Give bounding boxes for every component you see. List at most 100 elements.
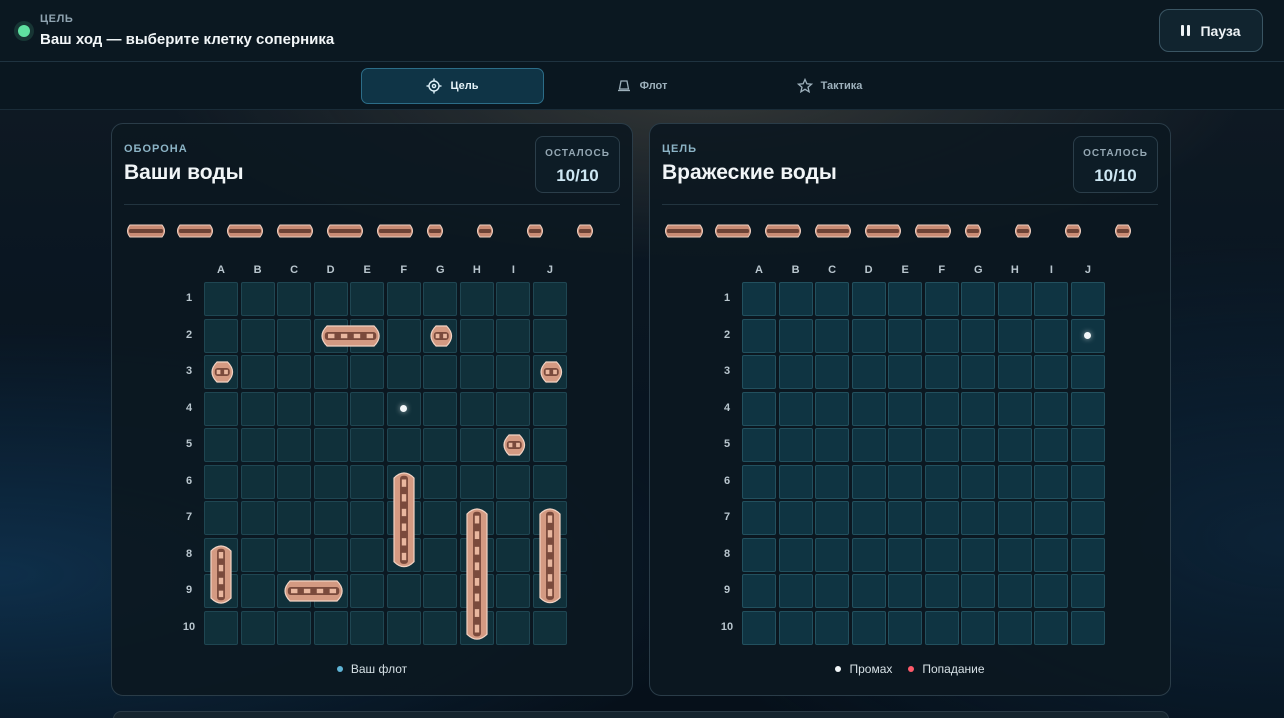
- grid-cell[interactable]: [1070, 355, 1105, 390]
- grid-cell[interactable]: [851, 282, 886, 316]
- grid-cell[interactable]: [997, 391, 1032, 426]
- grid-cell[interactable]: [851, 464, 886, 499]
- grid-cell[interactable]: [888, 464, 923, 499]
- grid-cell[interactable]: [1034, 391, 1069, 426]
- grid-cell[interactable]: [888, 428, 923, 463]
- grid-cell[interactable]: [1070, 574, 1105, 609]
- grid-cell[interactable]: [778, 428, 813, 463]
- grid-cell[interactable]: [961, 318, 996, 353]
- tab-fleet[interactable]: Флот: [550, 68, 733, 104]
- grid-cell[interactable]: [778, 537, 813, 572]
- grid-cell[interactable]: [815, 355, 850, 390]
- grid-cell[interactable]: [851, 574, 886, 609]
- grid-cell[interactable]: [778, 501, 813, 536]
- grid-cell[interactable]: [924, 574, 959, 609]
- grid-cell[interactable]: [1070, 501, 1105, 536]
- grid-cell[interactable]: [961, 537, 996, 572]
- grid-cell[interactable]: [924, 318, 959, 353]
- grid-cell[interactable]: [1070, 282, 1105, 316]
- grid-cell[interactable]: [1070, 318, 1105, 353]
- grid-cell[interactable]: [961, 282, 996, 316]
- grid-cell[interactable]: [851, 318, 886, 353]
- grid-cell[interactable]: [1034, 537, 1069, 572]
- grid-cell[interactable]: [778, 610, 813, 645]
- grid-cell[interactable]: [997, 428, 1032, 463]
- grid-cell[interactable]: [851, 610, 886, 645]
- grid-cell[interactable]: [961, 428, 996, 463]
- grid-cell[interactable]: [1070, 610, 1105, 645]
- grid-cell[interactable]: [815, 318, 850, 353]
- grid-cell[interactable]: [888, 501, 923, 536]
- grid-cell[interactable]: [815, 574, 850, 609]
- grid-cell[interactable]: [742, 501, 776, 536]
- grid-cell[interactable]: [815, 428, 850, 463]
- grid-cell[interactable]: [888, 537, 923, 572]
- grid-cell[interactable]: [961, 610, 996, 645]
- grid-cell[interactable]: [1034, 355, 1069, 390]
- pause-button[interactable]: Пауза: [1159, 9, 1263, 52]
- grid-cell[interactable]: [778, 391, 813, 426]
- grid-cell[interactable]: [815, 391, 850, 426]
- grid-cell[interactable]: [888, 282, 923, 316]
- tab-tactics[interactable]: Тактика: [738, 68, 921, 104]
- grid-cell[interactable]: [1070, 428, 1105, 463]
- grid-cell[interactable]: [924, 282, 959, 316]
- grid-cell[interactable]: [742, 391, 776, 426]
- grid-cell[interactable]: [961, 574, 996, 609]
- grid-cell[interactable]: [1070, 391, 1105, 426]
- grid-cell[interactable]: [815, 464, 850, 499]
- grid-cell[interactable]: [997, 355, 1032, 390]
- grid-cell[interactable]: [924, 391, 959, 426]
- grid-cell[interactable]: [742, 355, 776, 390]
- grid-cell[interactable]: [742, 574, 776, 609]
- grid-cell[interactable]: [815, 282, 850, 316]
- grid-cell[interactable]: [1034, 428, 1069, 463]
- grid-cell[interactable]: [742, 428, 776, 463]
- grid-cell[interactable]: [1034, 501, 1069, 536]
- grid-cell[interactable]: [997, 501, 1032, 536]
- grid-cell[interactable]: [888, 318, 923, 353]
- grid-cell[interactable]: [997, 574, 1032, 609]
- grid-cell[interactable]: [961, 355, 996, 390]
- grid-cell[interactable]: [924, 610, 959, 645]
- grid-cell[interactable]: [924, 501, 959, 536]
- grid-cell[interactable]: [778, 355, 813, 390]
- grid-cell[interactable]: [742, 610, 776, 645]
- grid-cell[interactable]: [997, 318, 1032, 353]
- grid-cell[interactable]: [851, 537, 886, 572]
- grid-cell[interactable]: [1034, 610, 1069, 645]
- grid-cell[interactable]: [924, 537, 959, 572]
- grid-cell[interactable]: [851, 391, 886, 426]
- grid-cell[interactable]: [778, 464, 813, 499]
- grid-cell[interactable]: [815, 537, 850, 572]
- grid-cell[interactable]: [1034, 574, 1069, 609]
- grid-cell[interactable]: [1034, 464, 1069, 499]
- grid-cell[interactable]: [997, 282, 1032, 316]
- grid-cell[interactable]: [742, 318, 776, 353]
- grid-cell[interactable]: [961, 501, 996, 536]
- grid-cell[interactable]: [778, 574, 813, 609]
- grid-cell[interactable]: [961, 464, 996, 499]
- grid-cell[interactable]: [742, 282, 776, 316]
- grid-cell[interactable]: [997, 464, 1032, 499]
- grid-cell[interactable]: [851, 501, 886, 536]
- grid-cell[interactable]: [778, 282, 813, 316]
- grid-cell[interactable]: [742, 464, 776, 499]
- grid-cell[interactable]: [888, 574, 923, 609]
- tab-target[interactable]: Цель: [361, 68, 544, 104]
- grid-cell[interactable]: [997, 537, 1032, 572]
- grid-cell[interactable]: [815, 501, 850, 536]
- grid-cell[interactable]: [888, 355, 923, 390]
- grid-cell[interactable]: [778, 318, 813, 353]
- grid-cell[interactable]: [851, 428, 886, 463]
- grid-cell[interactable]: [1034, 282, 1069, 316]
- grid-cell[interactable]: [1070, 464, 1105, 499]
- grid-cell[interactable]: [924, 355, 959, 390]
- grid-cell[interactable]: [997, 610, 1032, 645]
- grid-cell[interactable]: [924, 428, 959, 463]
- grid-cell[interactable]: [851, 355, 886, 390]
- grid-cell[interactable]: [1070, 537, 1105, 572]
- grid-cell[interactable]: [888, 610, 923, 645]
- grid-cell[interactable]: [1034, 318, 1069, 353]
- grid-cell[interactable]: [961, 391, 996, 426]
